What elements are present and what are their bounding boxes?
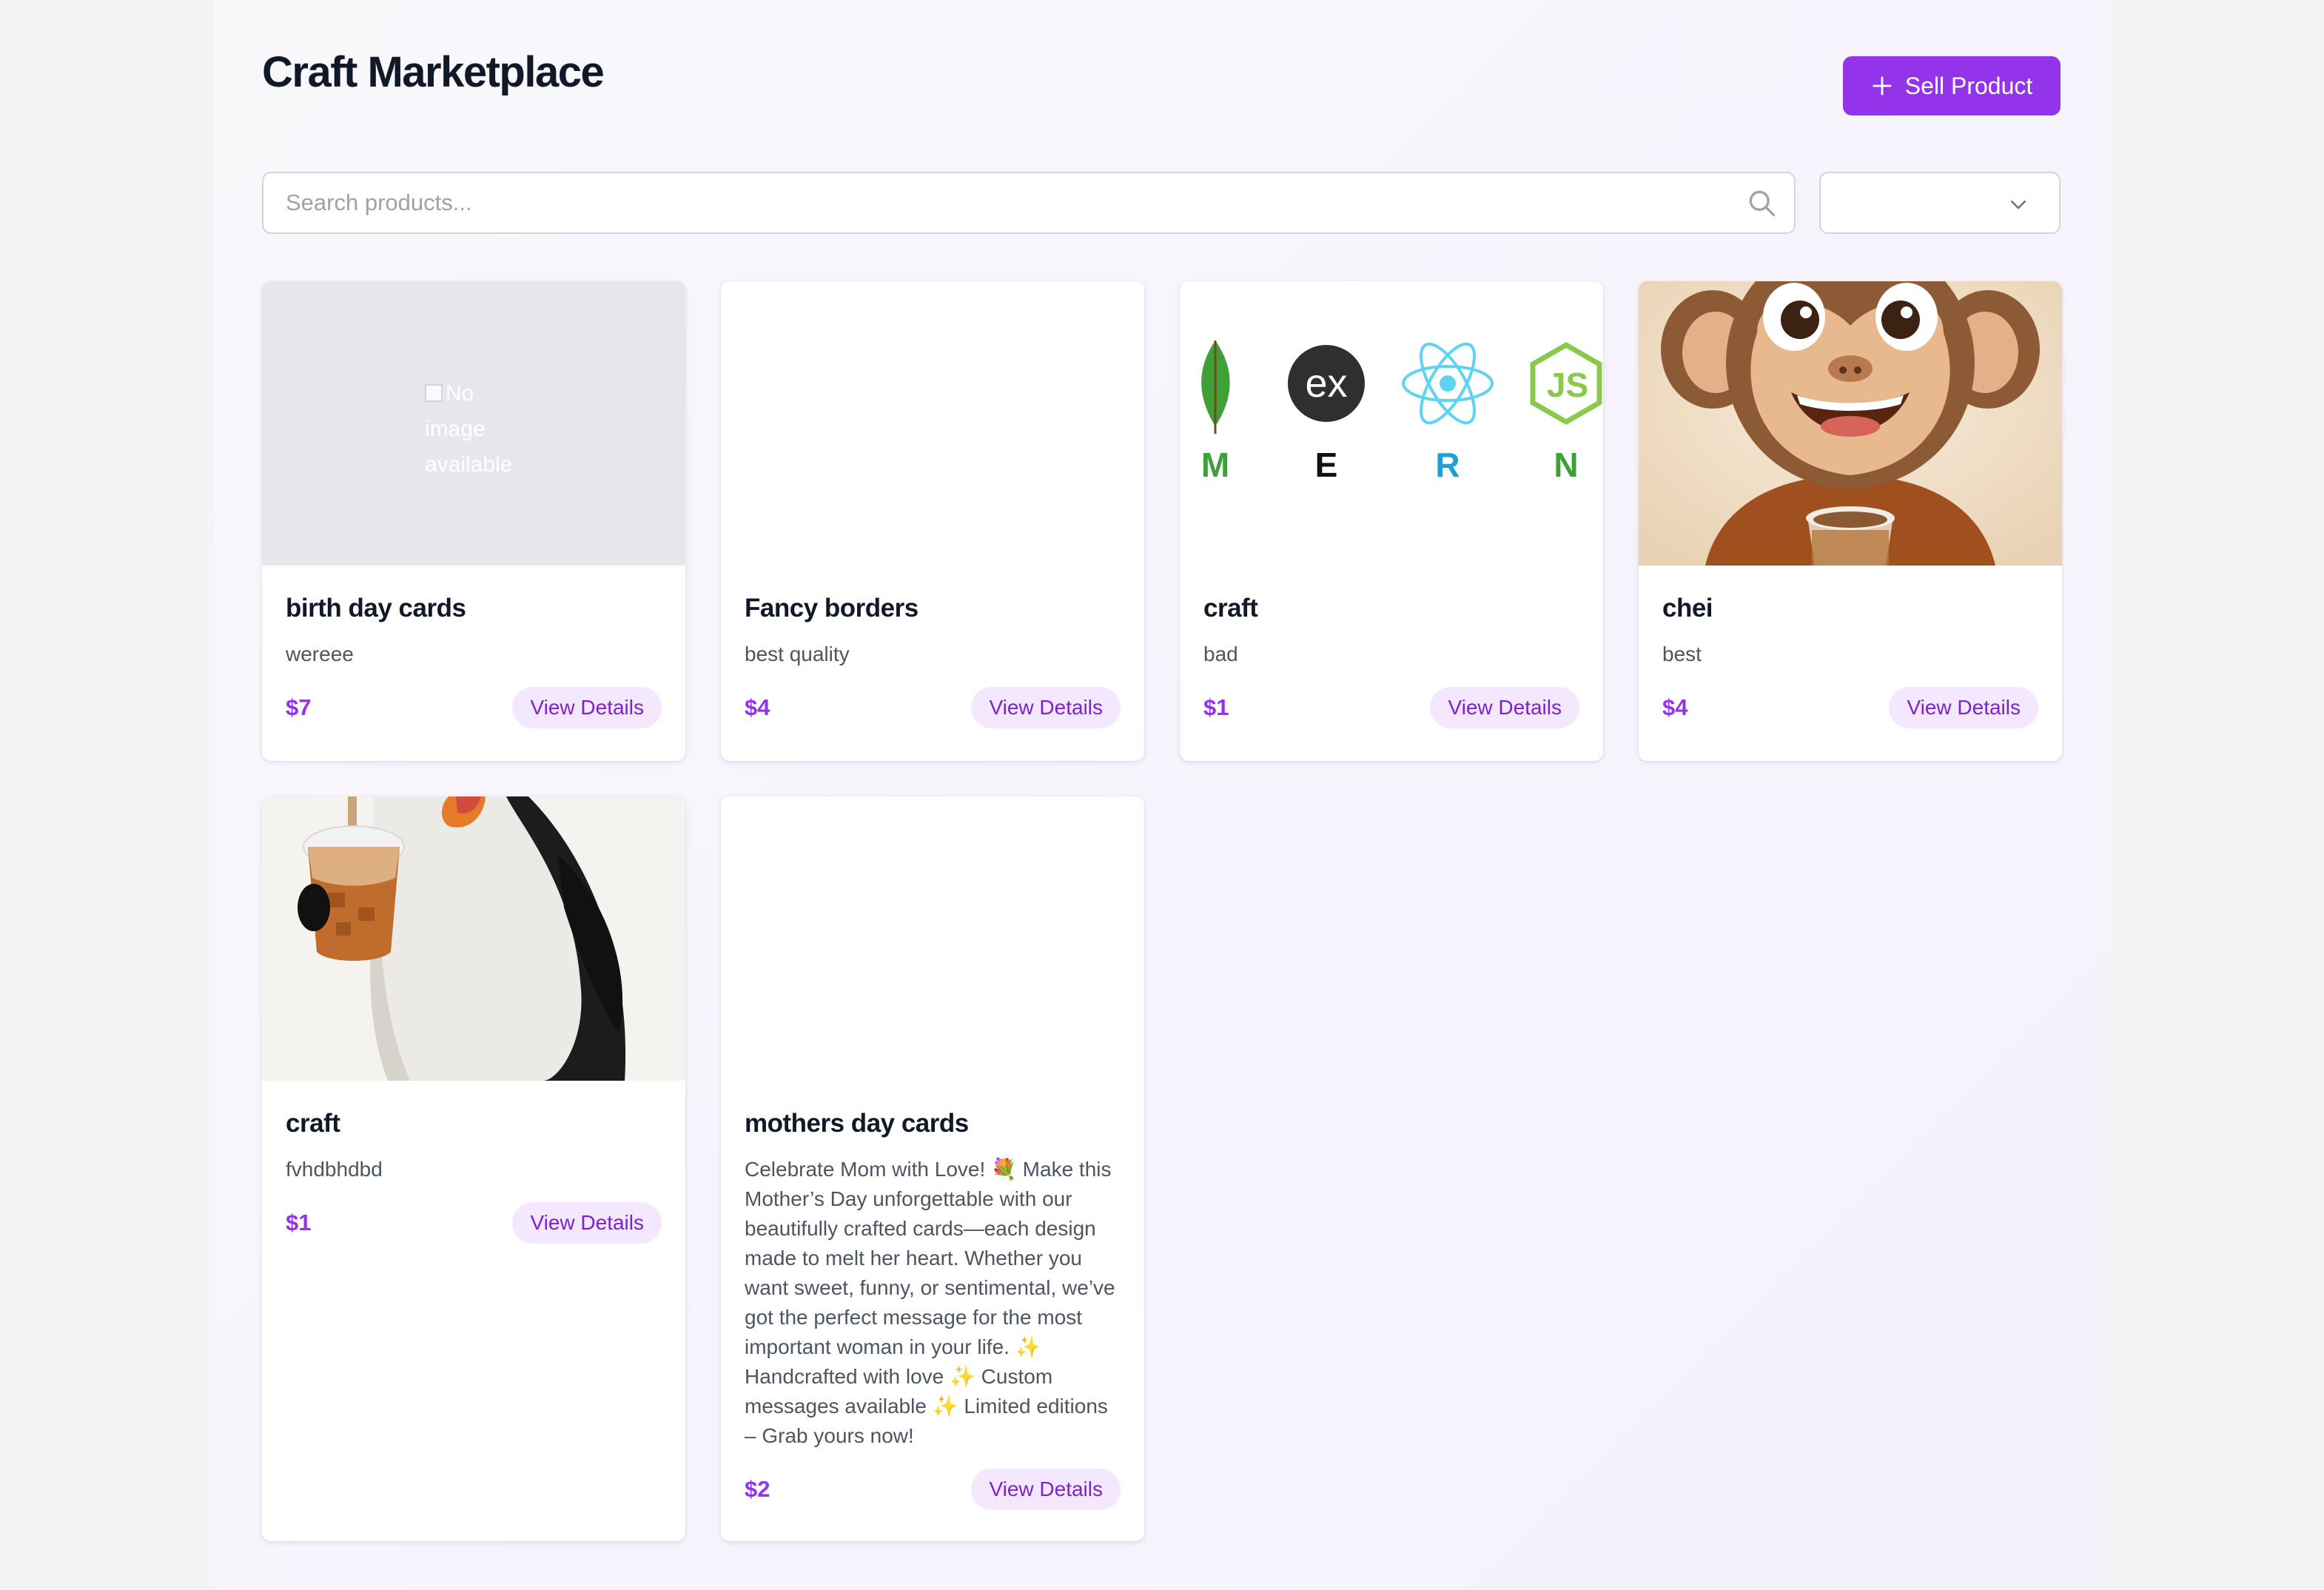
view-details-button[interactable]: View Details: [512, 687, 662, 728]
mern-logos-image: ex JS M E R N: [1201, 341, 1602, 484]
nodejs-logo-text: JS: [1547, 366, 1588, 404]
card-body: craft bad $1 View Details: [1180, 566, 1603, 728]
product-price: $4: [745, 694, 770, 720]
product-image-placeholder: No image available: [262, 281, 685, 566]
product-title: craft: [286, 1109, 340, 1138]
card-body: Fancy borders best quality $4 View Detai…: [721, 566, 1144, 728]
card-footer: $7 View Details: [286, 687, 662, 728]
mern-letter-e: E: [1315, 446, 1338, 484]
cartoon-monkey-image: [1639, 281, 2062, 566]
broken-image-icon: [425, 384, 443, 402]
card-footer: $4 View Details: [1662, 687, 2038, 728]
product-title: mothers day cards: [745, 1109, 969, 1138]
search-row: [262, 172, 2061, 234]
penguin-coffee-image: [262, 796, 685, 1081]
broken-image-alt-text: No image available: [425, 376, 528, 472]
product-card[interactable]: chei best $4 View Details: [1639, 281, 2062, 761]
page-title: Craft Marketplace: [262, 48, 605, 96]
product-title: birth day cards: [286, 594, 466, 623]
product-title: Fancy borders: [745, 594, 918, 623]
product-card[interactable]: ex JS M E R N craft bad $1 View Details: [1180, 281, 1603, 761]
react-logo-icon: [1402, 342, 1494, 425]
product-price: $1: [286, 1210, 312, 1235]
product-description: Celebrate Mom with Love! 💐 Make this Mot…: [745, 1158, 1115, 1447]
product-image-blank: [721, 281, 1144, 566]
view-details-button[interactable]: View Details: [971, 687, 1121, 728]
product-image-monkey: [1639, 281, 2062, 566]
product-title: craft: [1203, 594, 1258, 623]
product-price: $1: [1203, 694, 1229, 720]
card-footer: $2 View Details: [745, 1469, 1121, 1510]
chevron-down-icon: [2011, 201, 2026, 209]
product-image-mern: ex JS M E R N: [1180, 281, 1603, 566]
product-card[interactable]: Fancy borders best quality $4 View Detai…: [721, 281, 1144, 761]
view-details-button[interactable]: View Details: [1889, 687, 2038, 728]
express-logo-text: ex: [1305, 361, 1347, 406]
category-select[interactable]: [1819, 172, 2061, 234]
search-input[interactable]: [286, 173, 1736, 232]
mern-letter-n: N: [1554, 446, 1578, 484]
header: Craft Marketplace Sell Product: [262, 0, 2061, 234]
product-description: best quality: [745, 643, 850, 665]
product-description: best: [1662, 643, 1702, 665]
card-footer: $1 View Details: [1203, 687, 1579, 728]
card-body: birth day cards wereee $7 View Details: [262, 566, 685, 728]
nodejs-logo-icon: JS: [1530, 341, 1602, 426]
view-details-button[interactable]: View Details: [971, 1469, 1121, 1510]
card-footer: $4 View Details: [745, 687, 1121, 728]
product-card[interactable]: craft fvhdbhdbd $1 View Details: [262, 796, 685, 1541]
view-details-button[interactable]: View Details: [1430, 687, 1579, 728]
product-price: $7: [286, 694, 312, 720]
product-price: $2: [745, 1476, 770, 1502]
product-image-blank: [721, 796, 1144, 1081]
product-card[interactable]: No image available birth day cards weree…: [262, 281, 685, 761]
search-box: [262, 172, 1796, 234]
view-details-button[interactable]: View Details: [512, 1202, 662, 1244]
search-icon[interactable]: [1745, 187, 1778, 219]
product-price: $4: [1662, 694, 1688, 720]
card-body: chei best $4 View Details: [1639, 566, 2062, 728]
sell-product-button[interactable]: Sell Product: [1843, 56, 2061, 115]
product-description: bad: [1203, 643, 1238, 665]
sell-product-label: Sell Product: [1904, 72, 2033, 99]
product-card[interactable]: mothers day cards Celebrate Mom with Lov…: [721, 796, 1144, 1541]
product-description: fvhdbhdbd: [286, 1158, 383, 1181]
card-body: mothers day cards Celebrate Mom with Lov…: [721, 1081, 1144, 1510]
plus-icon: [1873, 76, 1892, 95]
product-title: chei: [1662, 594, 1713, 623]
mern-letter-r: R: [1435, 446, 1460, 484]
card-body: craft fvhdbhdbd $1 View Details: [262, 1081, 685, 1244]
card-footer: $1 View Details: [286, 1202, 662, 1244]
product-image-penguin: [262, 796, 685, 1081]
mern-letter-m: M: [1201, 446, 1229, 484]
product-description: wereee: [286, 643, 354, 665]
